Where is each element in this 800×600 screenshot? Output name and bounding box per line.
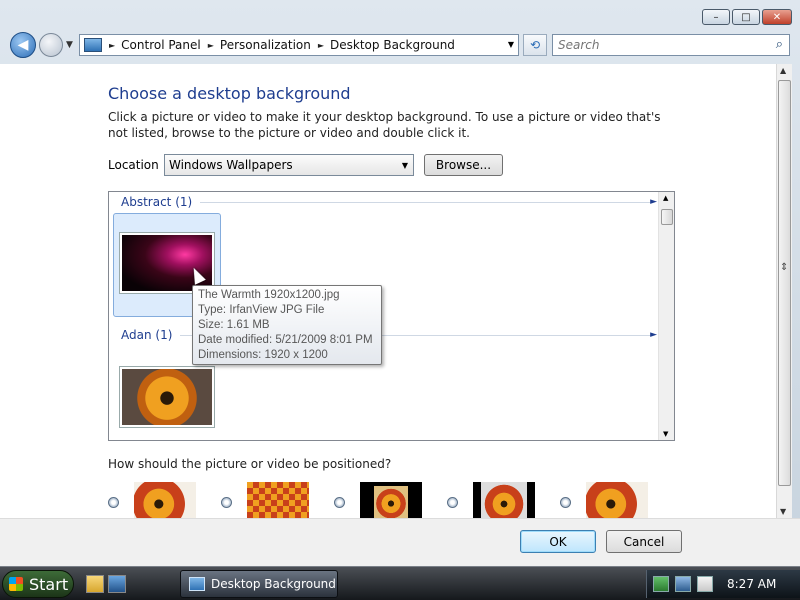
location-select[interactable]: Windows Wallpapers ▼ <box>164 154 414 176</box>
maximize-button[interactable]: □ <box>732 9 760 25</box>
start-label: Start <box>29 574 69 594</box>
radio-button[interactable] <box>447 497 458 508</box>
wallpaper-list-scrollbar[interactable]: ▲ ▼ <box>658 192 674 440</box>
navigation-bar: ◀ ▼ ► Control Panel ► Personalization ► … <box>0 30 800 62</box>
radio-button[interactable] <box>560 497 571 508</box>
page-title: Choose a desktop background <box>108 84 351 103</box>
center-preview-image <box>374 486 408 518</box>
tooltip-size: Size: 1.61 MB <box>198 319 270 331</box>
group-header-abstract[interactable]: Abstract (1) ► <box>121 195 657 209</box>
back-arrow-icon: ◀ <box>17 37 29 53</box>
position-options <box>108 482 668 522</box>
search-input[interactable] <box>558 38 758 52</box>
folder-icon[interactable] <box>86 575 104 593</box>
breadcrumb-personalization[interactable]: Personalization <box>220 38 311 52</box>
group-label: Abstract (1) <box>121 195 193 209</box>
close-button[interactable]: ✕ <box>762 9 792 25</box>
title-bar[interactable]: – □ ✕ <box>0 0 800 30</box>
group-label: Adan (1) <box>121 328 173 342</box>
fill-preview[interactable] <box>586 482 648 522</box>
browse-button[interactable]: Browse... <box>424 154 503 176</box>
fit-preview-image <box>481 482 527 522</box>
stretch-preview[interactable] <box>134 482 196 522</box>
tooltip-date-modified: Date modified: 5/21/2009 8:01 PM <box>198 334 373 346</box>
wallpaper-tile-adan[interactable] <box>113 362 221 428</box>
window-controls: – □ ✕ <box>702 9 792 25</box>
scrollbar-thumb[interactable] <box>661 209 673 225</box>
breadcrumb-separator-icon[interactable]: ► <box>208 41 214 50</box>
radio-button[interactable] <box>334 497 345 508</box>
expand-arrow-icon[interactable]: ► <box>650 197 657 207</box>
center-preview[interactable] <box>360 482 422 522</box>
chevron-down-icon[interactable]: ▼ <box>402 161 408 170</box>
network-icon[interactable] <box>653 576 669 592</box>
address-dropdown-icon[interactable]: ▼ <box>508 40 514 49</box>
control-panel-icon <box>84 38 102 52</box>
forward-button[interactable] <box>39 33 63 57</box>
file-info-tooltip: The Warmth 1920x1200.jpg Type: IrfanView… <box>192 285 382 365</box>
breadcrumb-control-panel[interactable]: Control Panel <box>121 38 201 52</box>
scroll-grip-icon: ⇕ <box>780 262 789 273</box>
tooltip-dimensions: Dimensions: 1920 x 1200 <box>198 349 328 361</box>
radio-button[interactable] <box>221 497 232 508</box>
breadcrumb-separator-icon[interactable]: ► <box>109 41 115 50</box>
location-label: Location <box>108 158 159 172</box>
control-panel-icon <box>189 577 205 591</box>
wallpaper-thumbnail <box>120 233 214 293</box>
recent-pages-dropdown-icon[interactable]: ▼ <box>66 40 73 50</box>
expand-arrow-icon[interactable]: ► <box>650 330 657 340</box>
scroll-up-icon[interactable]: ▲ <box>780 66 786 75</box>
taskbar-button-label: Desktop Background <box>211 577 336 591</box>
radio-button[interactable] <box>108 497 119 508</box>
refresh-button[interactable]: ⟲ <box>523 34 547 56</box>
search-icon[interactable]: ⌕ <box>776 37 783 52</box>
tooltip-filename: The Warmth 1920x1200.jpg <box>198 289 340 301</box>
taskbar: Start Desktop Background 8:27 AM <box>0 566 800 600</box>
cancel-button[interactable]: Cancel <box>606 530 682 553</box>
volume-muted-icon[interactable] <box>697 576 713 592</box>
breadcrumb-separator-icon[interactable]: ► <box>318 41 324 50</box>
location-value: Windows Wallpapers <box>169 158 293 172</box>
group-divider <box>200 201 651 203</box>
scroll-down-icon[interactable]: ▼ <box>663 430 668 438</box>
network-status-icon[interactable] <box>675 576 691 592</box>
taskbar-button-desktop-background[interactable]: Desktop Background <box>180 570 338 598</box>
dialog-footer: OK Cancel <box>0 518 800 566</box>
refresh-icon: ⟲ <box>529 38 541 52</box>
scroll-up-icon[interactable]: ▲ <box>663 194 668 202</box>
minimize-button[interactable]: – <box>702 9 730 25</box>
address-bar[interactable]: ► Control Panel ► Personalization ► Desk… <box>79 34 519 56</box>
page-scrollbar[interactable]: ▲ ⇕ ▼ <box>776 64 792 518</box>
position-question: How should the picture or video be posit… <box>108 457 392 471</box>
ok-button[interactable]: OK <box>520 530 596 553</box>
show-desktop-icon[interactable] <box>108 575 126 593</box>
search-box[interactable]: ⌕ <box>552 34 790 56</box>
instructions-text: Click a picture or video to make it your… <box>108 110 661 140</box>
desktop-background-window: – □ ✕ ◀ ▼ ► Control Panel ► Personalizat… <box>0 0 800 566</box>
start-button[interactable]: Start <box>2 570 74 598</box>
clock[interactable]: 8:27 AM <box>727 577 776 591</box>
fit-preview[interactable] <box>473 482 535 522</box>
system-tray: 8:27 AM <box>646 570 800 598</box>
windows-logo-icon <box>9 577 23 591</box>
scroll-down-icon[interactable]: ▼ <box>780 507 786 516</box>
content-pane: Choose a desktop background Click a pict… <box>0 64 776 522</box>
tile-preview[interactable] <box>247 482 309 522</box>
scrollbar-thumb[interactable] <box>778 80 791 486</box>
back-button[interactable]: ◀ <box>10 32 36 58</box>
wallpaper-thumbnail <box>120 367 214 427</box>
breadcrumb-desktop-background[interactable]: Desktop Background <box>330 38 455 52</box>
tooltip-type: Type: IrfanView JPG File <box>198 304 325 316</box>
